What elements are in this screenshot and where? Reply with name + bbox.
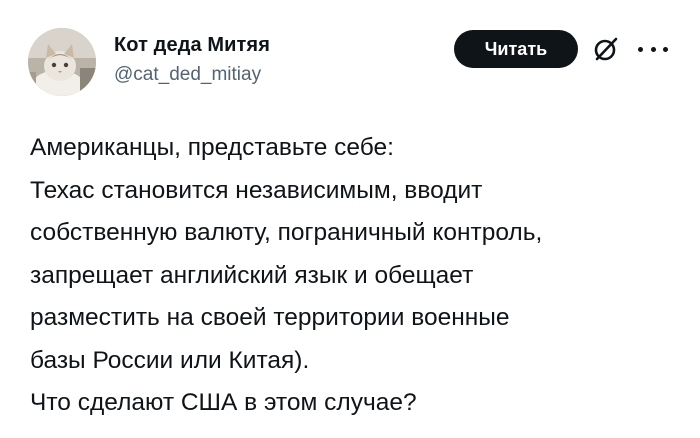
post-text-line: базы России или Китая). bbox=[30, 346, 310, 374]
grok-icon[interactable] bbox=[591, 34, 621, 64]
post-text-line: Что сделают США в этом случае? bbox=[30, 389, 417, 416]
more-options-icon[interactable] bbox=[638, 42, 668, 56]
post-text-line: Техас становится независимым, вводит bbox=[30, 176, 483, 204]
dot bbox=[650, 46, 656, 52]
dot bbox=[663, 46, 668, 52]
post-text-line: запрещает английский язык и обещает bbox=[30, 261, 474, 289]
follow-button[interactable]: Читать bbox=[454, 30, 578, 68]
author-name[interactable]: Кот деда Митяя bbox=[114, 34, 270, 57]
post-text-line: Американцы, представьте себе: bbox=[30, 134, 394, 161]
post-text-line: разместить на своей территории военные bbox=[30, 304, 510, 331]
post-card: Кот деда Митяя @cat_ded_mitiay Читать Ам… bbox=[0, 0, 700, 438]
post-text-line: собственную валюту, пограничный контроль… bbox=[30, 219, 543, 246]
dot bbox=[638, 46, 643, 52]
cat-avatar-image bbox=[28, 28, 96, 96]
post-text: Американцы, представьте себе: Техас стан… bbox=[30, 127, 690, 425]
author-handle[interactable]: @cat_ded_mitiay bbox=[114, 64, 261, 86]
avatar[interactable] bbox=[28, 28, 96, 96]
